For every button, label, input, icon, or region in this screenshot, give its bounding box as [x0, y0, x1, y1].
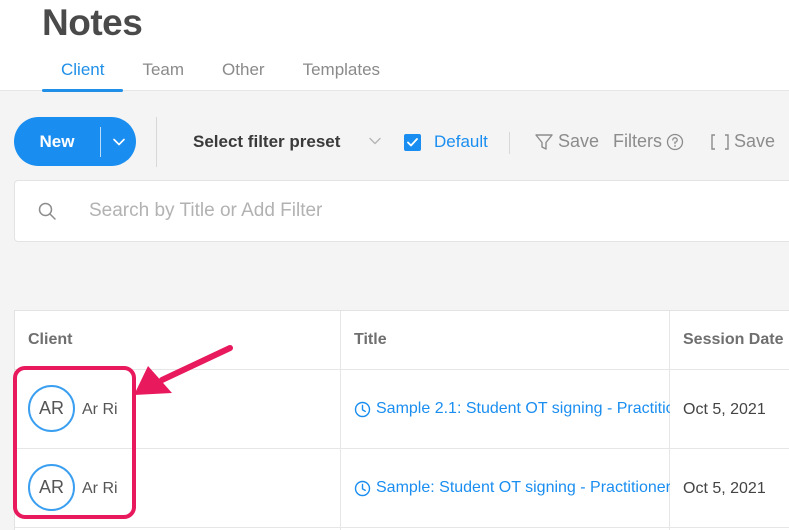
filters-label: Filters — [613, 131, 662, 151]
annotation-highlight-box — [13, 366, 136, 519]
column-header-client[interactable]: Client — [15, 311, 72, 369]
new-button[interactable]: New — [14, 117, 136, 166]
save-button[interactable]: Save — [710, 131, 775, 152]
note-title-link[interactable]: Sample: Student OT signing - Practitione… — [354, 479, 670, 497]
clock-icon — [354, 480, 371, 496]
help-icon — [666, 133, 684, 150]
row-divider — [15, 527, 789, 528]
column-divider — [669, 311, 670, 530]
page-header: Notes Client Team Other Templates — [0, 0, 789, 92]
page-title: Notes — [42, 2, 143, 43]
chevron-down-icon[interactable] — [368, 134, 382, 148]
column-divider — [340, 311, 341, 530]
column-header-session-date[interactable]: Session Date — [670, 311, 783, 369]
save-filter-button[interactable]: Save — [534, 131, 599, 152]
search-icon — [38, 202, 56, 220]
filters-help-button[interactable]: Filters — [613, 131, 684, 152]
search-bar — [14, 180, 789, 242]
toolbar-divider — [509, 132, 510, 154]
tab-client[interactable]: Client — [42, 60, 124, 92]
new-button-label: New — [39, 131, 75, 151]
default-label[interactable]: Default — [434, 132, 488, 152]
session-date: Oct 5, 2021 — [683, 480, 766, 497]
note-title: Sample 2.1: Student OT signing - Practit… — [376, 400, 670, 417]
filter-preset-select[interactable]: Select filter preset — [193, 132, 340, 152]
session-date: Oct 5, 2021 — [683, 401, 766, 418]
column-header-title[interactable]: Title — [341, 311, 387, 369]
note-title-link[interactable]: Sample 2.1: Student OT signing - Practit… — [354, 400, 670, 418]
note-title: Sample: Student OT signing - Practitione… — [376, 479, 670, 496]
filter-icon — [535, 133, 553, 150]
clock-icon — [354, 401, 371, 417]
tab-other[interactable]: Other — [203, 60, 284, 91]
chevron-down-icon — [112, 138, 125, 145]
save-label: Save — [734, 131, 776, 151]
tab-team[interactable]: Team — [123, 60, 203, 91]
search-input[interactable] — [89, 197, 589, 225]
save-filter-label: Save — [558, 131, 600, 151]
check-icon — [407, 138, 418, 147]
default-checkbox[interactable] — [404, 134, 421, 151]
tab-templates[interactable]: Templates — [284, 60, 399, 91]
bracket-icon — [711, 133, 729, 150]
new-dropdown-toggle[interactable] — [101, 138, 136, 146]
tab-bar: Client Team Other Templates — [42, 60, 399, 92]
toolbar-divider — [156, 117, 157, 167]
